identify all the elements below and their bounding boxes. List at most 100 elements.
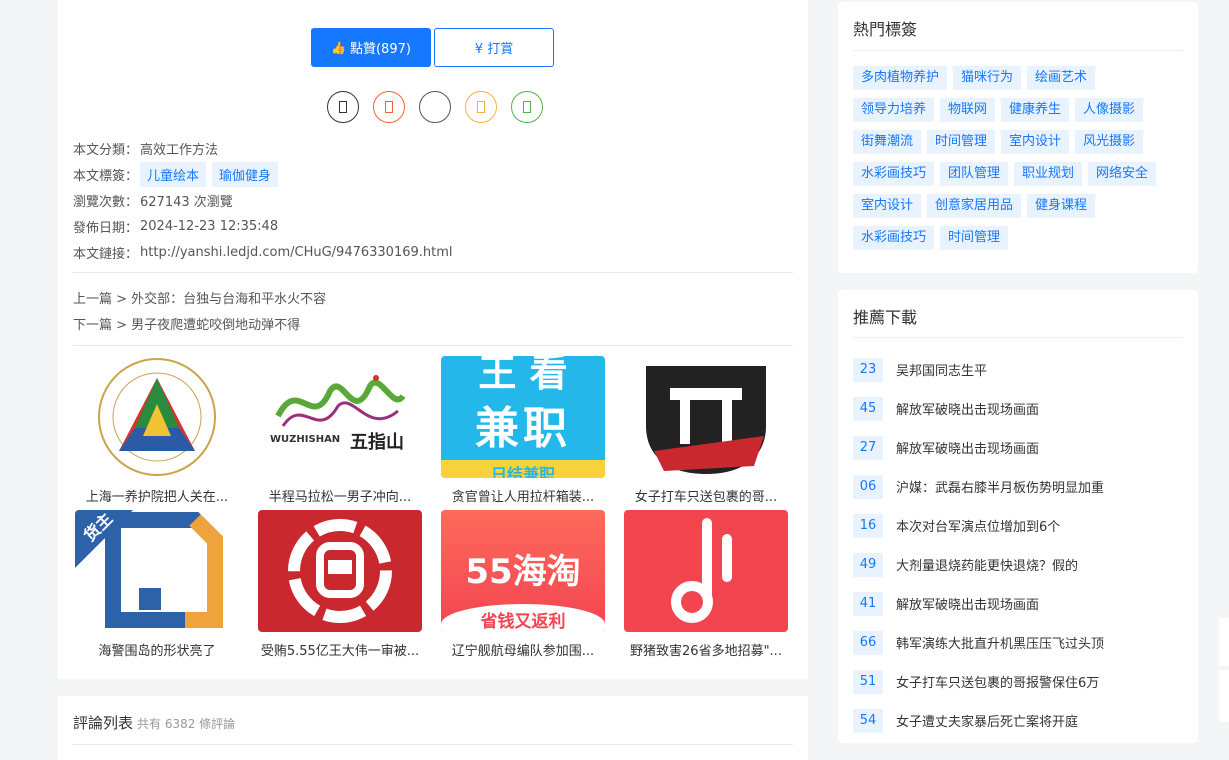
related-item[interactable]: 女子打车只送包裹的哥... (624, 356, 788, 505)
meta-views: 瀏覽次數： 627143 次瀏覽 (73, 187, 793, 213)
recommend-item[interactable]: 49 大剂量退烧药能更快退烧？假的 (853, 545, 1183, 584)
floating-side-tab[interactable] (1219, 618, 1229, 666)
floating-side-tab[interactable] (1219, 670, 1229, 722)
comments-heading: 評論列表 共有 6382 條評論 (73, 712, 235, 733)
reward-label: ¥ 打賞 (474, 42, 514, 57)
recommend-link[interactable]: 解放军破晓出击现场画面 (896, 438, 1039, 457)
hot-tag[interactable]: 水彩画技巧 (853, 162, 935, 186)
hot-tag[interactable]: 人像摄影 (1075, 98, 1144, 122)
hot-tag[interactable]: 健身课程 (1027, 194, 1096, 218)
related-thumbnail: 货主 (75, 510, 239, 632)
recommend-item[interactable]: 23 吴邦国同志生平 (853, 350, 1183, 389)
recommend-link[interactable]: 吴邦国同志生平 (896, 360, 987, 379)
share-icon-5[interactable] (511, 91, 543, 123)
share-icon-3[interactable] (419, 91, 451, 123)
related-thumbnail (75, 356, 239, 478)
recommend-link[interactable]: 大剂量退烧药能更快退烧？假的 (896, 555, 1078, 574)
share-icon-1[interactable] (327, 91, 359, 123)
recommend-link[interactable]: 解放军破晓出击现场画面 (896, 399, 1039, 418)
reward-button[interactable]: ¥ 打賞 (434, 28, 554, 67)
hot-tag[interactable]: 健康养生 (1001, 98, 1070, 122)
hot-tag[interactable]: 室内设计 (853, 194, 922, 218)
prev-article-link[interactable]: 上一篇 > 外交部：台独与台海和平水火不容 (73, 288, 326, 307)
share-icon-4[interactable] (465, 91, 497, 123)
recommend-rank-badge: 41 (853, 591, 883, 616)
hot-tag[interactable]: 风光摄影 (1075, 130, 1144, 154)
related-thumbnail: 王 看 兼职 日结兼职 (441, 356, 605, 478)
link-label: 本文鏈接： (73, 246, 139, 262)
recommend-item[interactable]: 16 本次对台军演点位增加到6个 (853, 506, 1183, 545)
related-item[interactable]: 王 看 兼职 日结兼职 贪官曾让人用拉杆箱装... (441, 356, 605, 505)
hot-tags-card: 熱門標簽 多肉植物养护 猫咪行为 绘画艺术 领导力培养 物联网 健康养生 人像摄影 街舞潮流时… (838, 2, 1198, 273)
recommend-rank-badge: 45 (853, 396, 883, 421)
recommend-link[interactable]: 本次对台军演点位增加到6个 (896, 516, 1060, 535)
recommend-list: 23 吴邦国同志生平 45 解放军破晓出击现场画面 27 解放军破晓出击现场画面 06 沪媒：… (853, 350, 1183, 740)
recommend-rank-badge: 66 (853, 630, 883, 655)
recommend-link[interactable]: 沪媒：武磊右膝半月板伤势明显加重 (896, 477, 1104, 496)
next-article-link[interactable]: 下一篇 > 男子夜爬遭蛇咬倒地动弹不得 (73, 314, 300, 333)
article-tag[interactable]: 瑜伽健身 (212, 161, 279, 187)
related-thumbnail: 55海淘 省钱又返利 (441, 510, 605, 632)
related-item[interactable]: 野猪致害26省多地招募"... (624, 510, 788, 659)
hot-tag[interactable]: 物联网 (940, 98, 996, 122)
related-thumbnail (258, 510, 422, 632)
hot-tag[interactable]: 团队管理 (940, 162, 1009, 186)
related-caption: 上海一养护院把人关在... (85, 490, 229, 505)
related-item[interactable]: 上海一养护院把人关在... (75, 356, 239, 505)
thumb-brand-cn: 五指山 (350, 432, 404, 453)
recommend-rank-badge: 51 (853, 669, 883, 694)
recommend-item[interactable]: 51 女子打车只送包裹的哥报警保住6万 (853, 662, 1183, 701)
hot-tag[interactable]: 多肉植物养护 (853, 66, 948, 90)
meta-tags: 本文標簽： 儿童绘本 瑜伽健身 (73, 161, 793, 187)
thumb-brand: WUZHISHAN (270, 434, 341, 445)
meta-category: 本文分類： 高效工作方法 (73, 135, 793, 161)
hot-tag[interactable]: 时间管理 (927, 130, 996, 154)
hot-tag[interactable]: 领导力培养 (853, 98, 935, 122)
hot-tag[interactable]: 水彩画技巧 (853, 226, 935, 250)
meta-date: 發佈日期： 2024-12-23 12:35:48 (73, 213, 793, 239)
related-item[interactable]: WUZHISHAN 五指山 半程马拉松一男子冲向... (258, 356, 422, 505)
divider (73, 272, 793, 273)
divider (853, 50, 1183, 51)
related-thumbnail (624, 356, 788, 478)
date-label: 發佈日期： (73, 220, 139, 236)
comments-title: 評論列表 (73, 714, 134, 732)
article-card: 👍 點贊(897) ¥ 打賞 本文分類： 高效工作方法 本文標簽： 儿童绘本 瑜… (58, 0, 808, 679)
recommend-link[interactable]: 女子遭丈夫家暴后死亡案将开庭 (896, 711, 1078, 730)
hot-tag[interactable]: 街舞潮流 (853, 130, 922, 154)
tags-label: 本文標簽： (73, 168, 139, 184)
hot-tags-list: 多肉植物养护 猫咪行为 绘画艺术 领导力培养 物联网 健康养生 人像摄影 街舞潮流 时间管理 室内… (853, 66, 1188, 258)
recommend-link[interactable]: 女子打车只送包裹的哥报警保住6万 (896, 672, 1099, 691)
recommend-item[interactable]: 27 解放军破晓出击现场画面 (853, 428, 1183, 467)
thumb-text-mid: 兼职 (475, 403, 571, 454)
hot-tag[interactable]: 时间管理 (940, 226, 1009, 250)
like-button[interactable]: 👍 點贊(897) (311, 28, 431, 67)
category-value[interactable]: 高效工作方法 (140, 139, 218, 158)
recommend-item[interactable]: 45 解放军破晓出击现场画面 (853, 389, 1183, 428)
recommend-item[interactable]: 06 沪媒：武磊右膝半月板伤势明显加重 (853, 467, 1183, 506)
hot-tag[interactable]: 绘画艺术 (1027, 66, 1096, 90)
hot-tag[interactable]: 创意家居用品 (927, 194, 1022, 218)
recommend-link[interactable]: 解放军破晓出击现场画面 (896, 594, 1039, 613)
recommend-rank-badge: 23 (853, 357, 883, 382)
related-caption: 野猪致害26省多地招募"... (630, 644, 782, 659)
recommend-item[interactable]: 66 韩军演练大批直升机黑压压飞过头顶 (853, 623, 1183, 662)
like-label: 點贊(897) (349, 42, 411, 57)
related-item[interactable]: 55海淘 省钱又返利 辽宁舰航母编队参加围... (441, 510, 605, 659)
hot-tag[interactable]: 室内设计 (1001, 130, 1070, 154)
recommend-item[interactable]: 41 解放军破晓出击现场画面 (853, 584, 1183, 623)
hot-tag[interactable]: 猫咪行为 (953, 66, 1022, 90)
article-tag[interactable]: 儿童绘本 (140, 161, 207, 187)
comments-card: 評論列表 共有 6382 條評論 (58, 696, 808, 760)
related-item[interactable]: 受贿5.55亿王大伟一审被... (258, 510, 422, 659)
hot-tag[interactable]: 网络安全 (1088, 162, 1157, 186)
related-thumbnail (624, 510, 788, 632)
recommend-link[interactable]: 韩军演练大批直升机黑压压飞过头顶 (896, 633, 1104, 652)
related-item[interactable]: 货主 海警围岛的形状亮了 (75, 510, 239, 659)
link-value[interactable]: http://yanshi.ledjd.com/CHuG/9476330169.… (140, 245, 452, 260)
share-icon-2[interactable] (373, 91, 405, 123)
related-caption: 女子打车只送包裹的哥... (634, 490, 778, 505)
related-caption: 贪官曾让人用拉杆箱装... (451, 490, 595, 505)
hot-tag[interactable]: 职业规划 (1014, 162, 1083, 186)
recommend-item[interactable]: 54 女子遭丈夫家暴后死亡案将开庭 (853, 701, 1183, 740)
